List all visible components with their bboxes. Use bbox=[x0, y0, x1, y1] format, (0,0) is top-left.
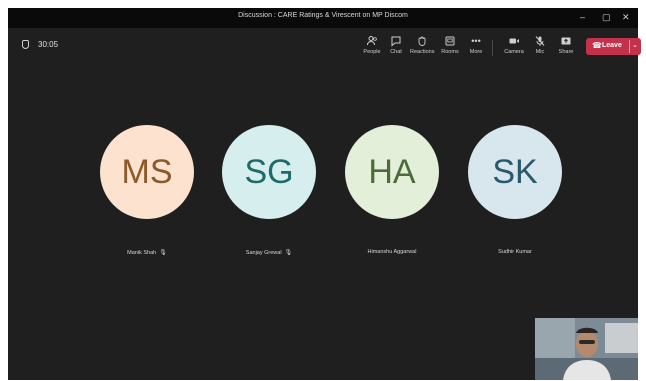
meeting-toolbar: 30:05 People Chat Reactions Rooms ••• Mo… bbox=[8, 28, 641, 64]
camera-label: Camera bbox=[504, 49, 524, 55]
people-icon bbox=[360, 35, 384, 48]
mic-off-icon: 🎙 bbox=[159, 250, 167, 256]
participant-name-text: Sudhir Kumar bbox=[498, 249, 532, 255]
meeting-timer: 30:05 bbox=[38, 40, 59, 49]
chat-icon bbox=[384, 35, 408, 48]
chat-label: Chat bbox=[390, 49, 402, 55]
share-label: Share bbox=[558, 49, 574, 55]
toolbar-divider bbox=[492, 40, 493, 56]
participant-avatar[interactable]: SK bbox=[468, 125, 562, 219]
title-bar: Discussion : CARE Ratings & Virescent on… bbox=[8, 8, 638, 28]
mic-off-icon: 🎙 bbox=[284, 250, 293, 256]
rooms-icon bbox=[438, 35, 462, 48]
minimize-button[interactable]: – bbox=[580, 11, 585, 23]
chevron-down-icon[interactable]: ⌄ bbox=[632, 41, 638, 49]
participant-name-text: Manik Shah bbox=[127, 250, 157, 256]
participant-avatar[interactable]: SG bbox=[222, 125, 316, 219]
shield-icon bbox=[22, 40, 29, 49]
mic-off-icon bbox=[528, 35, 552, 48]
participant-avatar[interactable]: MS bbox=[100, 125, 194, 219]
leave-divider bbox=[629, 40, 630, 53]
participant-name-text: Sanjay Grewal bbox=[245, 250, 282, 256]
more-label: More bbox=[469, 49, 483, 55]
camera-button[interactable]: Camera bbox=[502, 35, 526, 56]
self-video-preview[interactable] bbox=[535, 318, 638, 380]
participant-name-text: Himanshu Aggarwal bbox=[367, 249, 417, 255]
rooms-button[interactable]: Rooms bbox=[438, 35, 462, 56]
reactions-label: Reactions bbox=[410, 49, 435, 55]
phone-icon: ☎ bbox=[592, 41, 602, 50]
reactions-button[interactable]: Reactions bbox=[410, 35, 434, 56]
maximize-button[interactable]: ▢ bbox=[602, 11, 611, 23]
leave-label: Leave bbox=[602, 42, 622, 49]
leave-button[interactable]: ☎ Leave ⌄ bbox=[586, 38, 641, 55]
camera-icon bbox=[502, 35, 526, 48]
participant-avatar[interactable]: HA bbox=[345, 125, 439, 219]
window-title: Discussion : CARE Ratings & Virescent on… bbox=[238, 12, 408, 19]
more-button[interactable]: ••• More bbox=[464, 35, 488, 56]
participant-name: Manik Shah 🎙 bbox=[87, 249, 207, 256]
participant-name: Sanjay Grewal 🎙 bbox=[209, 249, 329, 256]
close-button[interactable]: ✕ bbox=[622, 11, 630, 23]
mic-label: Mic bbox=[535, 49, 545, 55]
rooms-label: Rooms bbox=[441, 49, 459, 55]
share-icon bbox=[554, 35, 578, 48]
more-icon: ••• bbox=[471, 36, 481, 46]
people-label: People bbox=[363, 49, 381, 55]
mic-button[interactable]: Mic bbox=[528, 35, 552, 56]
share-button[interactable]: Share bbox=[554, 35, 578, 56]
chat-button[interactable]: Chat bbox=[384, 35, 408, 56]
reactions-icon bbox=[410, 35, 434, 48]
self-video-image bbox=[535, 318, 638, 380]
participant-name: Himanshu Aggarwal bbox=[332, 249, 452, 255]
people-button[interactable]: People bbox=[360, 35, 384, 56]
participant-name: Sudhir Kumar bbox=[455, 249, 575, 255]
